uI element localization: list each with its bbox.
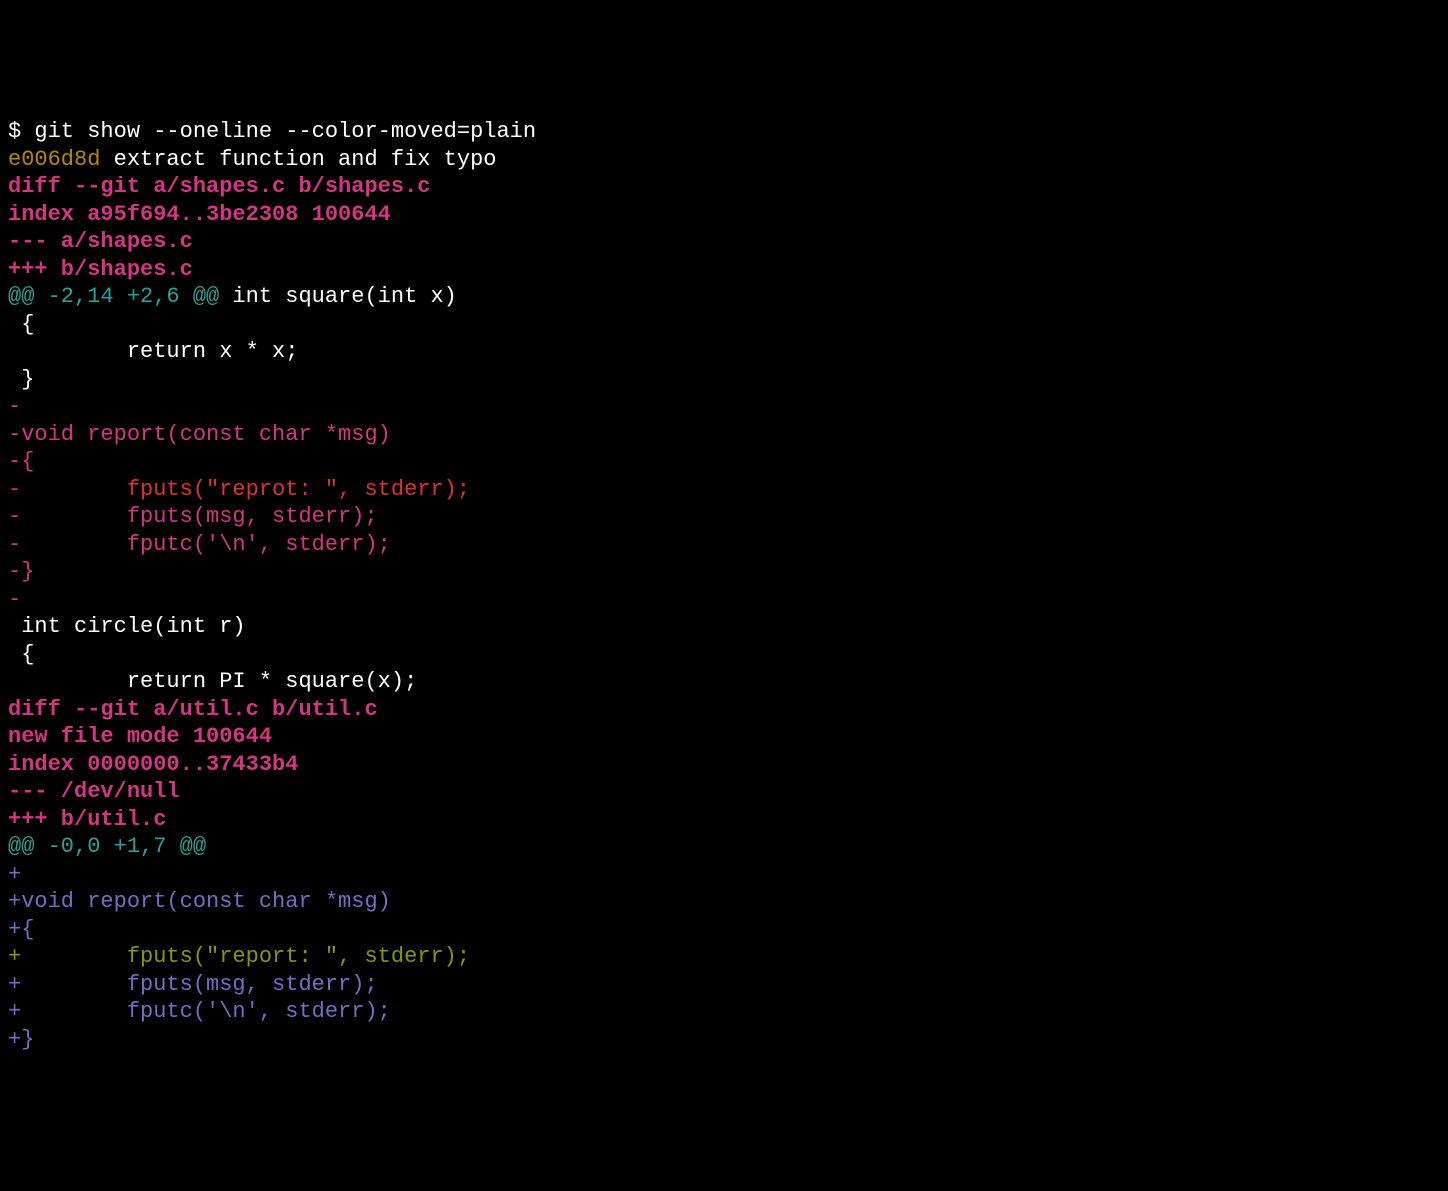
terminal-line: diff --git a/util.c b/util.c xyxy=(8,696,1440,724)
terminal-line: + fputs("report: ", stderr); xyxy=(8,943,1440,971)
text-segment: + fputs(msg, stderr); xyxy=(8,972,378,997)
text-segment: - fputs("reprot: ", stderr); xyxy=(8,477,470,502)
text-segment: -{ xyxy=(8,449,34,474)
text-segment: { xyxy=(8,642,34,667)
text-segment: -} xyxy=(8,559,34,584)
terminal-line: - fputs("reprot: ", stderr); xyxy=(8,476,1440,504)
terminal-line: { xyxy=(8,311,1440,339)
terminal-line: --- /dev/null xyxy=(8,778,1440,806)
terminal-line: + xyxy=(8,861,1440,889)
terminal-line: + fputc('\n', stderr); xyxy=(8,998,1440,1026)
text-segment: +++ b/shapes.c xyxy=(8,257,193,282)
text-segment: - xyxy=(8,394,21,419)
text-segment: index 0000000..37433b4 xyxy=(8,752,298,777)
terminal-line: --- a/shapes.c xyxy=(8,228,1440,256)
terminal-line: - xyxy=(8,586,1440,614)
terminal-line: + fputs(msg, stderr); xyxy=(8,971,1440,999)
text-segment: @@ -0,0 +1,7 @@ xyxy=(8,834,206,859)
terminal-line: new file mode 100644 xyxy=(8,723,1440,751)
terminal-line: - xyxy=(8,393,1440,421)
terminal-line: diff --git a/shapes.c b/shapes.c xyxy=(8,173,1440,201)
terminal-line: +++ b/shapes.c xyxy=(8,256,1440,284)
text-segment: @@ -2,14 +2,6 @@ xyxy=(8,284,219,309)
text-segment: } xyxy=(8,367,34,392)
text-segment: --- /dev/null xyxy=(8,779,180,804)
text-segment: - xyxy=(8,587,21,612)
terminal-line: $ git show --oneline --color-moved=plain xyxy=(8,118,1440,146)
text-segment: - fputs(msg, stderr); xyxy=(8,504,378,529)
text-segment: -void report(const char *msg) xyxy=(8,422,391,447)
text-segment: $ git show --oneline --color-moved=plain xyxy=(8,119,536,144)
text-segment: + xyxy=(8,862,21,887)
text-segment: + fputs("report: ", stderr); xyxy=(8,944,470,969)
terminal-line: - fputs(msg, stderr); xyxy=(8,503,1440,531)
terminal-line: +++ b/util.c xyxy=(8,806,1440,834)
terminal-line: return x * x; xyxy=(8,338,1440,366)
text-segment: int square(int x) xyxy=(219,284,457,309)
terminal-line: -{ xyxy=(8,448,1440,476)
text-segment: e006d8d xyxy=(8,147,100,172)
terminal-line: +void report(const char *msg) xyxy=(8,888,1440,916)
text-segment: { xyxy=(8,312,34,337)
terminal-line: return PI * square(x); xyxy=(8,668,1440,696)
terminal-line: int circle(int r) xyxy=(8,613,1440,641)
terminal-line: @@ -2,14 +2,6 @@ int square(int x) xyxy=(8,283,1440,311)
text-segment: --- a/shapes.c xyxy=(8,229,193,254)
terminal-output: $ git show --oneline --color-moved=plain… xyxy=(8,118,1440,1053)
text-segment: +++ b/util.c xyxy=(8,807,166,832)
text-segment: + fputc('\n', stderr); xyxy=(8,999,391,1024)
terminal-line: +{ xyxy=(8,916,1440,944)
terminal-line: @@ -0,0 +1,7 @@ xyxy=(8,833,1440,861)
text-segment: return x * x; xyxy=(8,339,298,364)
text-segment: new file mode 100644 xyxy=(8,724,272,749)
text-segment: return PI * square(x); xyxy=(8,669,417,694)
terminal-line: e006d8d extract function and fix typo xyxy=(8,146,1440,174)
text-segment: +} xyxy=(8,1027,34,1052)
text-segment: +void report(const char *msg) xyxy=(8,889,391,914)
terminal-line: { xyxy=(8,641,1440,669)
text-segment: extract function and fix typo xyxy=(100,147,496,172)
text-segment: index a95f694..3be2308 100644 xyxy=(8,202,391,227)
terminal-line: +} xyxy=(8,1026,1440,1054)
text-segment: int circle(int r) xyxy=(8,614,246,639)
text-segment: +{ xyxy=(8,917,34,942)
terminal-line: - fputc('\n', stderr); xyxy=(8,531,1440,559)
terminal-line: index 0000000..37433b4 xyxy=(8,751,1440,779)
terminal-line: index a95f694..3be2308 100644 xyxy=(8,201,1440,229)
terminal-line: } xyxy=(8,366,1440,394)
text-segment: diff --git a/shapes.c b/shapes.c xyxy=(8,174,430,199)
text-segment: - fputc('\n', stderr); xyxy=(8,532,391,557)
terminal-line: -} xyxy=(8,558,1440,586)
terminal-line: -void report(const char *msg) xyxy=(8,421,1440,449)
text-segment: diff --git a/util.c b/util.c xyxy=(8,697,378,722)
